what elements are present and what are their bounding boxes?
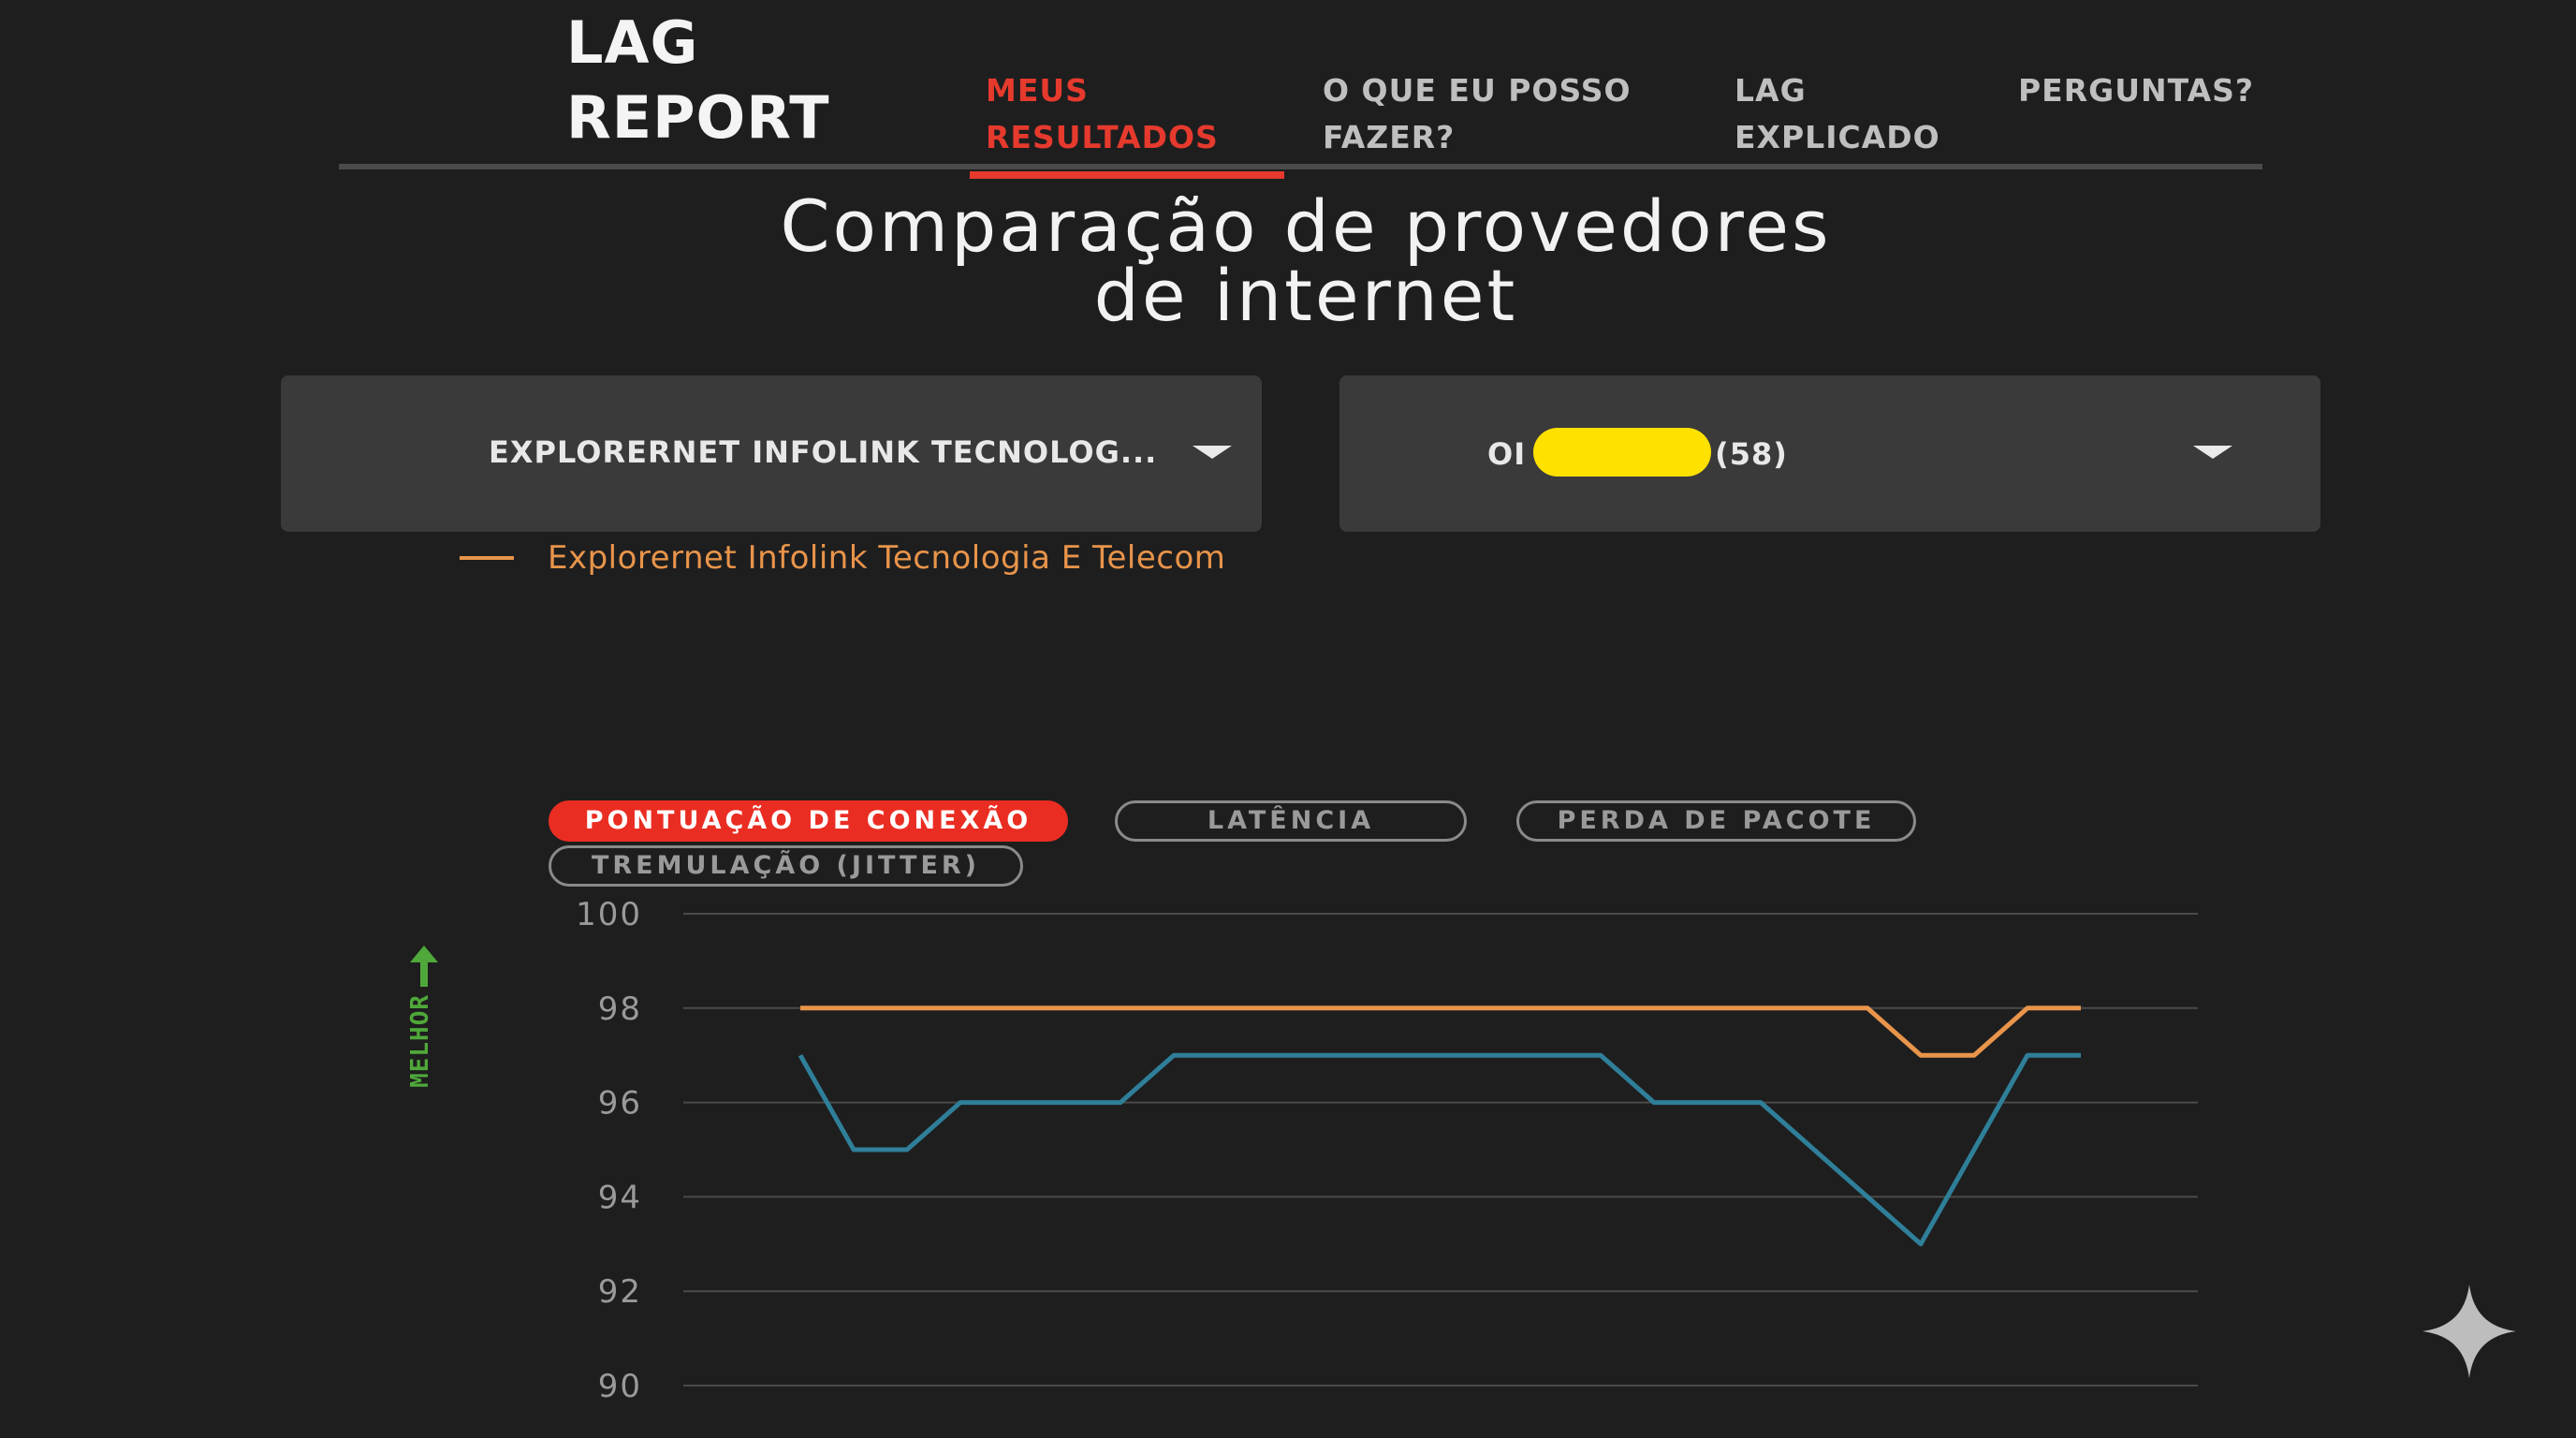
series-line-1 <box>798 1052 2081 1247</box>
tab-pontuacao-de-conexao[interactable]: PONTUAÇÃO DE CONEXÃO <box>549 800 1068 842</box>
nav-lag-explicado[interactable]: LAG EXPLICADO <box>1734 67 1940 161</box>
y-tick-label: 92 <box>598 1273 642 1311</box>
legend-swatch <box>460 556 514 560</box>
connection-score-chart: 100 98 96 94 92 90 <box>576 896 2198 1405</box>
better-label: MELHOR <box>406 994 434 1088</box>
nav-label-line-2: FAZER? <box>1323 119 1456 155</box>
legend-label: Explorernet Infolink Tecnologia E Teleco… <box>548 539 1226 577</box>
provider-select-right[interactable]: OI (58) <box>1339 375 2320 532</box>
nav-label-line-1: PERGUNTAS? <box>2018 72 2255 109</box>
logo[interactable]: LAG REPORT <box>566 6 830 155</box>
better-indicator: MELHOR <box>393 946 449 1088</box>
chart-legend: Explorernet Infolink Tecnologia E Teleco… <box>460 536 1225 580</box>
nav-label-line-2: EXPLICADO <box>1734 119 1940 155</box>
y-tick-label: 94 <box>598 1179 642 1216</box>
nav-active-indicator <box>970 171 1284 179</box>
nav-label-line-1: O QUE EU POSSO <box>1323 72 1632 109</box>
series-line-0 <box>800 1005 2081 1058</box>
page-title-line-1: Comparação de provedores <box>780 184 1832 268</box>
tab-latencia[interactable]: LATÊNCIA <box>1115 800 1467 842</box>
tab-perda-de-pacote[interactable]: PERDA DE PACOTE <box>1516 800 1916 842</box>
logo-line-1: LAG <box>566 8 699 77</box>
provider-select-right-value: OI (58) <box>1487 428 1788 480</box>
provider-select-right-suffix: (58) <box>1715 436 1788 472</box>
page: LAG REPORT MEUS RESULTADOS O QUE EU POSS… <box>0 0 2576 1438</box>
page-title: Comparação de provedores de internet <box>0 184 2576 337</box>
page-title-line-2: de internet <box>1093 254 1518 337</box>
nav-divider <box>339 164 2262 169</box>
y-tick-label: 98 <box>598 990 642 1028</box>
provider-select-right-prefix: OI <box>1487 436 1527 472</box>
provider-select-left[interactable]: EXPLORERNET INFOLINK TECNOLOG... <box>281 375 1262 532</box>
y-tick-label: 90 <box>598 1368 642 1405</box>
y-tick-label: 96 <box>598 1085 642 1123</box>
logo-line-2: REPORT <box>566 83 830 152</box>
chevron-down-icon <box>1193 446 1232 459</box>
nav-perguntas[interactable]: PERGUNTAS? <box>2018 67 2254 114</box>
provider-select-left-value: EXPLORERNET INFOLINK TECNOLOG... <box>489 434 1158 470</box>
nav-o-que-eu-posso-fazer[interactable]: O QUE EU POSSO FAZER? <box>1323 67 1632 161</box>
nav-meus-resultados[interactable]: MEUS RESULTADOS <box>986 67 1219 161</box>
nav-label-line-1: LAG <box>1734 72 1807 109</box>
arrow-up-shaft <box>420 961 428 987</box>
nav-label-line-2: RESULTADOS <box>986 119 1219 155</box>
y-tick-label: 100 <box>576 896 642 933</box>
chevron-down-icon <box>2193 446 2232 459</box>
redaction-mark <box>1533 428 1712 477</box>
nav-label-line-1: MEUS <box>986 72 1089 109</box>
sparkle-icon <box>2422 1284 2516 1378</box>
